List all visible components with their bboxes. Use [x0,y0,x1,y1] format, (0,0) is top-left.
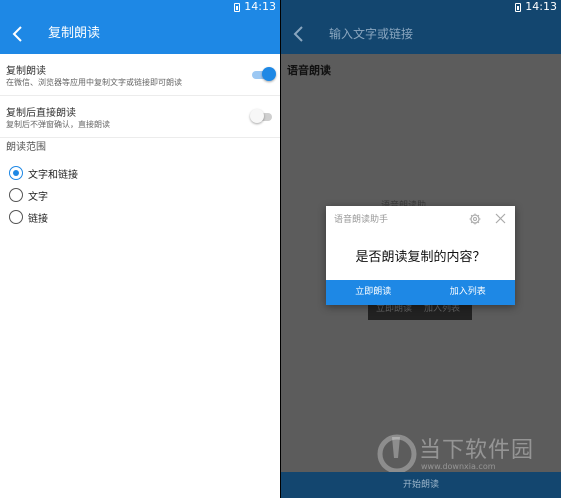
direct-read-toggle[interactable] [250,109,274,125]
input-content[interactable]: 语音朗读 [287,62,331,78]
watermark-name: 当下软件园 [419,438,535,463]
close-icon[interactable] [495,213,506,224]
page-title: 复制朗读 [48,26,101,41]
setting-description: 在微信、浏览器等应用中复制文字或链接即可朗读 [6,78,182,87]
radio-unchecked-icon[interactable] [9,210,23,224]
radio-checked-icon[interactable] [9,166,23,180]
app-bar: 复制朗读 [0,14,280,54]
radio-text[interactable]: 文字 [9,187,48,203]
battery-icon [515,2,522,12]
setting-title: 复制后直接朗读 [6,108,76,119]
reader-screen: 14:13 输入文字或链接 语音朗读 语音朗读助 立即朗读 加入列表 语音朗读助… [281,0,561,498]
radio-label: 文字和链接 [28,169,78,181]
dialog-question: 是否朗读复制的内容？ [355,250,486,265]
status-bar: 14:13 [0,0,280,14]
gear-icon[interactable] [469,213,481,225]
status-time: 14:13 [244,0,276,13]
radio-label: 链接 [28,213,48,225]
settings-screen: 14:13 复制朗读 复制朗读 在微信、浏览器等应用中复制文字或链接即可朗读 复… [0,0,280,498]
back-arrow-icon[interactable] [287,22,311,46]
radio-label: 文字 [28,191,48,203]
setting-title: 复制朗读 [6,66,46,77]
setting-copy-read[interactable]: 复制朗读 在微信、浏览器等应用中复制文字或链接即可朗读 [0,54,280,96]
setting-description: 复制后不弹窗确认，直接朗读 [6,120,110,129]
text-input-placeholder[interactable]: 输入文字或链接 [329,14,413,54]
app-bar: 输入文字或链接 [281,14,561,54]
add-to-list-button[interactable]: 加入列表 [421,280,516,305]
watermark-url: www.downxia.com [421,462,496,471]
confirm-dialog: 语音朗读助手 是否朗读复制的内容？ 立即朗读 加入列表 [326,206,515,305]
read-now-button[interactable]: 立即朗读 [326,280,421,305]
radio-unchecked-icon[interactable] [9,188,23,202]
back-arrow-icon[interactable] [6,22,30,46]
battery-icon [234,2,241,12]
start-reading-button[interactable]: 开始朗读 [281,472,561,498]
radio-link[interactable]: 链接 [9,209,48,225]
status-bar: 14:13 [281,0,561,14]
setting-direct-read[interactable]: 复制后直接朗读 复制后不弹窗确认，直接朗读 [0,96,280,138]
copy-read-toggle[interactable] [252,67,276,83]
dialog-title: 语音朗读助手 [334,215,389,225]
status-time: 14:13 [525,0,557,13]
radio-text-and-link[interactable]: 文字和链接 [9,165,78,181]
read-scope-label: 朗读范围 [6,142,46,153]
dialog-button-bar: 立即朗读 加入列表 [326,280,515,305]
